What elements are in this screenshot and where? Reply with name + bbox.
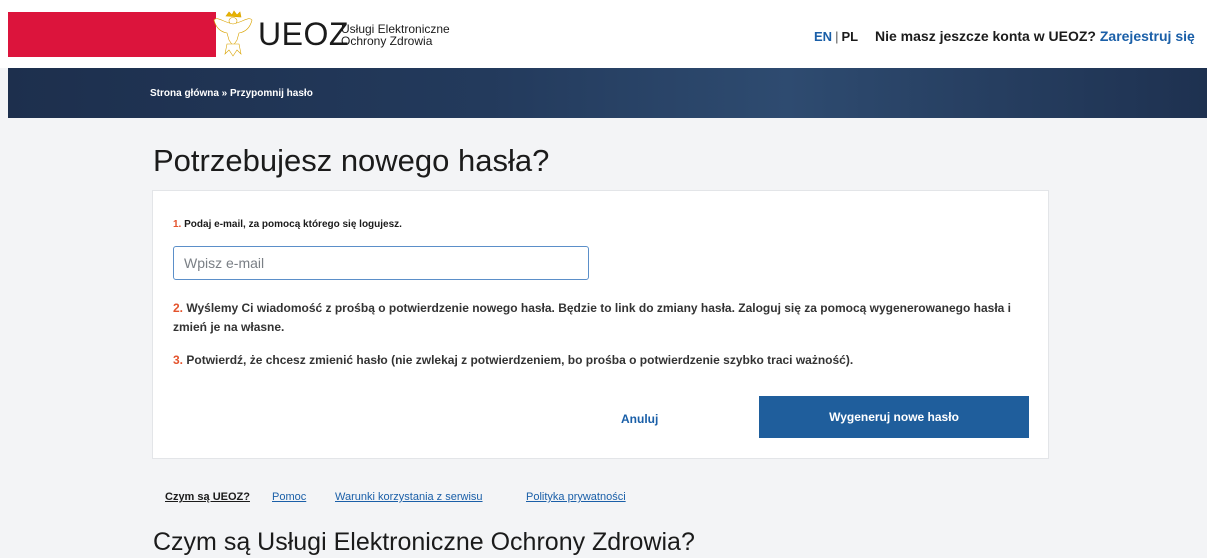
white-eagle-emblem-icon: [213, 10, 253, 57]
breadcrumb-band: Strona główna » Przypomnij hasło: [8, 68, 1207, 118]
reset-password-card: 1. Podaj e-mail, za pomocą którego się l…: [152, 190, 1049, 459]
lang-en-link[interactable]: EN: [814, 29, 832, 44]
footer-link-privacy[interactable]: Polityka prywatności: [526, 491, 626, 503]
generate-password-button[interactable]: Wygeneruj nowe hasło: [759, 396, 1029, 438]
breadcrumb[interactable]: Strona główna » Przypomnij hasło: [150, 88, 313, 99]
step-3: 3. Potwierdź, że chcesz zmienić hasło (n…: [173, 351, 853, 370]
email-field[interactable]: [173, 246, 589, 280]
step-2: 2. Wyślemy Ci wiadomość z prośbą o potwi…: [173, 299, 1033, 337]
lang-pl-link[interactable]: PL: [841, 29, 858, 44]
logo-subtitle: Usługi Elektroniczne Ochrony Zdrowia: [341, 23, 450, 47]
register-link[interactable]: Zarejestruj się: [1100, 28, 1195, 44]
language-switcher: EN | PL: [814, 29, 858, 44]
footer-link-about[interactable]: Czym są UEOZ?: [165, 491, 250, 503]
step-2-number: 2.: [173, 301, 184, 315]
logo-subtitle-line2: Ochrony Zdrowia: [341, 34, 433, 48]
section-title: Czym są Usługi Elektroniczne Ochrony Zdr…: [153, 528, 695, 556]
flag-red-band: [8, 12, 216, 57]
step-2-text: Wyślemy Ci wiadomość z prośbą o potwierd…: [173, 301, 1011, 334]
cancel-button[interactable]: Anuluj: [621, 412, 658, 426]
step-1-text: Podaj e-mail, za pomocą którego się logu…: [184, 219, 402, 230]
step-3-number: 3.: [173, 353, 184, 367]
footer-link-terms[interactable]: Warunki korzystania z serwisu: [335, 491, 483, 503]
lang-separator: |: [835, 29, 839, 44]
account-prompt: Nie masz jeszcze konta w UEOZ? Zarejestr…: [875, 28, 1195, 44]
logo-wordmark[interactable]: UEOZ: [258, 17, 349, 51]
account-prompt-text: Nie masz jeszcze konta w UEOZ?: [875, 28, 1096, 44]
page-title: Potrzebujesz nowego hasła?: [153, 143, 550, 178]
step-1-number: 1.: [173, 219, 182, 230]
step-1: 1. Podaj e-mail, za pomocą którego się l…: [173, 215, 402, 234]
footer-link-help[interactable]: Pomoc: [272, 491, 306, 503]
site-header: UEOZ Usługi Elektroniczne Ochrony Zdrowi…: [0, 0, 1207, 68]
step-3-text: Potwierdź, że chcesz zmienić hasło (nie …: [186, 353, 854, 367]
